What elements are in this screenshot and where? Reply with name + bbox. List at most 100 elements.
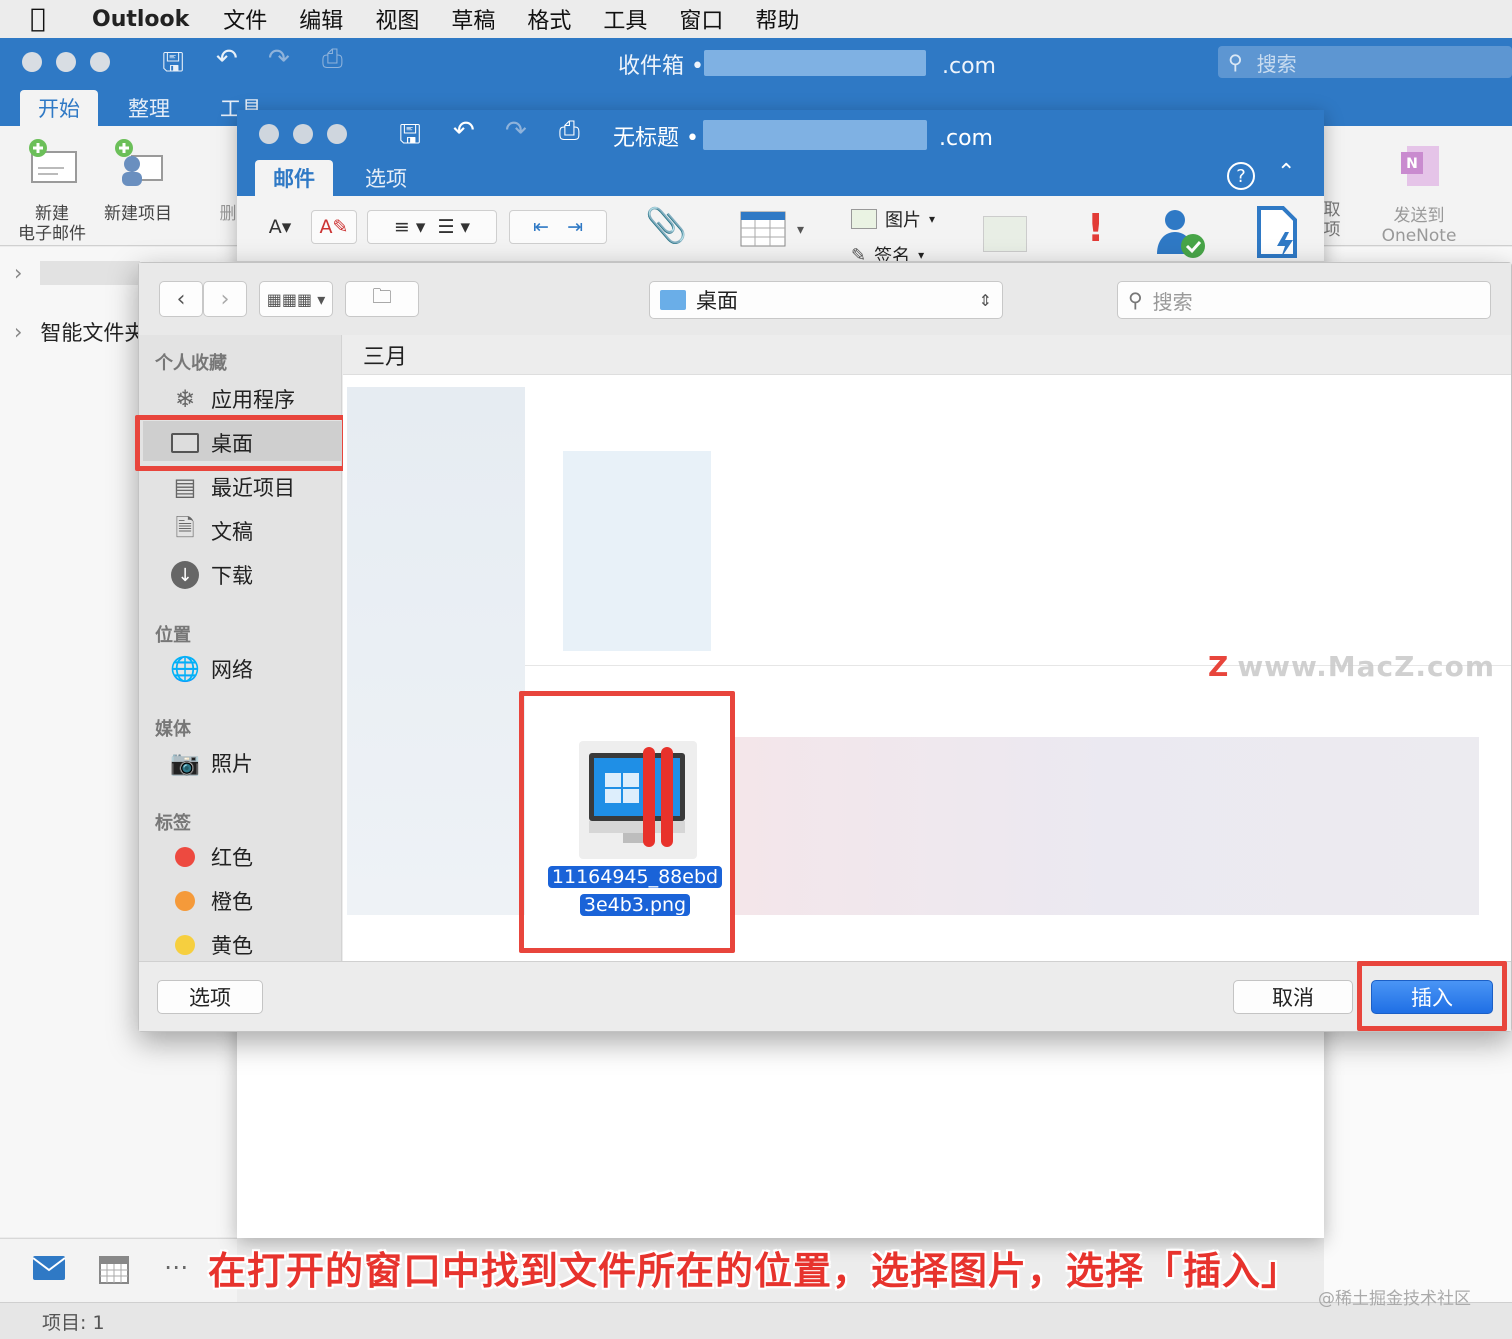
picture-button[interactable]: 图片 ▾: [851, 206, 935, 232]
smart-folders-row[interactable]: › 智能文件夹: [14, 317, 145, 347]
close-window-button[interactable]: [22, 52, 42, 72]
new-item-label: 新建项目: [104, 204, 172, 224]
undo-icon[interactable]: ↶: [216, 44, 238, 74]
table-icon[interactable]: [739, 210, 789, 254]
menu-draft[interactable]: 草稿: [451, 3, 495, 35]
favorites-header: 个人收藏: [155, 353, 227, 374]
main-window-titlebar: 🖫 ↶ ↷ ⎙ 收件箱 • .com ⚲ 搜索: [0, 38, 1512, 86]
tab-organize[interactable]: 整理: [110, 90, 188, 126]
mail-icon[interactable]: [32, 1253, 66, 1287]
menu-tools[interactable]: 工具: [603, 3, 647, 35]
bullet-list-icon[interactable]: ≡: [394, 216, 410, 238]
chevron-right-icon: ›: [220, 286, 230, 312]
send-to-onenote-button[interactable]: N 发送到 OneNote: [1374, 140, 1464, 246]
online-picture-icon[interactable]: [983, 216, 1027, 252]
menu-help[interactable]: 帮助: [755, 3, 799, 35]
svg-text:N: N: [1406, 156, 1418, 172]
menu-bar:  Outlook 文件 编辑 视图 草稿 格式 工具 窗口 帮助: [0, 0, 1512, 38]
delete-button-partial[interactable]: 删: [218, 204, 238, 224]
view-mode-button[interactable]: ▦▦▦ ▾: [259, 281, 333, 317]
main-search-field[interactable]: ⚲ 搜索: [1218, 46, 1512, 78]
undo-icon[interactable]: ↶: [453, 116, 475, 146]
menu-format[interactable]: 格式: [527, 3, 571, 35]
menu-file[interactable]: 文件: [223, 3, 267, 35]
font-size-button[interactable]: A▾: [261, 210, 299, 244]
minimize-window-button[interactable]: [56, 52, 76, 72]
tab-options[interactable]: 选项: [347, 160, 425, 196]
media-header: 媒体: [155, 719, 191, 740]
compose-ribbon: A▾ A✎ ≡ ▾ ☰ ▾ ⇤ ⇥ 📎 ▾ 图片 ▾ ✎ 签名 ▾ !: [237, 196, 1324, 262]
menu-app-name[interactable]: Outlook: [92, 7, 189, 32]
sidebar-item-network[interactable]: 🌐 网络: [169, 649, 253, 689]
sidebar-item-label: 黄色: [211, 934, 253, 958]
new-folder-button[interactable]: 🗀: [345, 281, 419, 317]
redo-icon[interactable]: ↷: [268, 44, 290, 74]
options-button[interactable]: 选项: [157, 980, 263, 1014]
onenote-icon: N: [1391, 140, 1447, 196]
chevron-right-icon[interactable]: ›: [14, 320, 22, 344]
redo-icon[interactable]: ↷: [505, 116, 527, 146]
minimize-window-button[interactable]: [293, 124, 313, 144]
high-importance-icon[interactable]: !: [1087, 206, 1104, 250]
menu-window[interactable]: 窗口: [679, 3, 723, 35]
blurred-file-thumb: [563, 451, 711, 651]
tab-home[interactable]: 开始: [20, 90, 98, 126]
forward-button[interactable]: ›: [203, 281, 247, 317]
send-icon[interactable]: [1255, 204, 1301, 261]
print-icon[interactable]: ⎙: [559, 116, 580, 147]
signature-icon: ✎: [851, 244, 867, 262]
apple-icon[interactable]: : [30, 4, 76, 34]
sidebar-item-label: 下载: [211, 564, 253, 588]
sidebar-item-tag-red[interactable]: 红色: [169, 837, 253, 877]
parallels-app-icon: [589, 747, 685, 847]
sidebar-item-tag-yellow[interactable]: 黄色: [169, 925, 253, 961]
print-icon[interactable]: ⎙: [322, 44, 343, 75]
zoom-window-button[interactable]: [90, 52, 110, 72]
sidebar-item-applications[interactable]: ❄ 应用程序: [169, 379, 295, 419]
cancel-button[interactable]: 取消: [1233, 980, 1353, 1014]
outdent-icon[interactable]: ⇤: [533, 216, 549, 238]
sidebar-item-recents[interactable]: ▤ 最近项目: [169, 467, 295, 507]
location-select[interactable]: 桌面 ⇕: [649, 281, 1003, 319]
sidebar-item-tag-orange[interactable]: 橙色: [169, 881, 253, 921]
sidebar-item-downloads[interactable]: ↓ 下载: [169, 555, 253, 595]
zoom-window-button[interactable]: [327, 124, 347, 144]
indent-buttons[interactable]: ⇤ ⇥: [509, 210, 607, 244]
folder-row-redacted[interactable]: ›: [14, 261, 141, 285]
list-buttons[interactable]: ≡ ▾ ☰ ▾: [367, 210, 497, 244]
signature-label: 签名: [874, 246, 911, 262]
collapse-ribbon-icon[interactable]: ⌃: [1277, 160, 1295, 185]
check-names-icon[interactable]: [1155, 206, 1209, 261]
chevron-right-icon[interactable]: ›: [14, 261, 22, 285]
save-icon[interactable]: 🖫: [162, 44, 184, 88]
more-icon[interactable]: ⋯: [164, 1253, 188, 1281]
attach-file-icon[interactable]: 📎: [645, 206, 687, 246]
indent-icon[interactable]: ⇥: [567, 216, 583, 238]
new-item-button[interactable]: 新建项目: [98, 138, 178, 224]
tab-message[interactable]: 邮件: [255, 160, 333, 196]
new-email-button[interactable]: 新建 电子邮件: [14, 138, 90, 244]
save-icon[interactable]: 🖫: [399, 116, 421, 160]
file-browser: 三月 11164945_88ebd 3e4b3.png: [343, 335, 1511, 961]
chevron-left-icon: ‹: [176, 286, 186, 312]
dialog-search-field[interactable]: ⚲ 搜索: [1117, 281, 1491, 319]
help-button[interactable]: ?: [1227, 162, 1255, 190]
status-bar: 项目: 1: [0, 1302, 1512, 1339]
sidebar-item-desktop[interactable]: 桌面: [169, 423, 253, 463]
new-folder-icon: 🗀: [372, 284, 392, 308]
signature-button[interactable]: ✎ 签名 ▾: [851, 242, 924, 262]
clear-format-button[interactable]: A✎: [311, 210, 357, 244]
menu-edit[interactable]: 编辑: [299, 3, 343, 35]
numbered-list-icon[interactable]: ☰: [437, 216, 454, 238]
document-icon: 🗎: [175, 513, 195, 542]
back-button[interactable]: ‹: [159, 281, 203, 317]
menu-view[interactable]: 视图: [375, 3, 419, 35]
sidebar-item-documents[interactable]: 🗎 文稿: [169, 511, 253, 551]
close-window-button[interactable]: [259, 124, 279, 144]
instruction-caption: 在打开的窗口中找到文件所在的位置，选择图片，选择「插入」: [208, 1249, 1301, 1293]
selected-file-item[interactable]: 11164945_88ebd 3e4b3.png: [543, 735, 733, 955]
calendar-icon[interactable]: [98, 1253, 130, 1289]
insert-button[interactable]: 插入: [1371, 980, 1493, 1014]
blurred-file-column: [347, 387, 525, 915]
sidebar-item-photos[interactable]: 📷 照片: [169, 743, 253, 783]
